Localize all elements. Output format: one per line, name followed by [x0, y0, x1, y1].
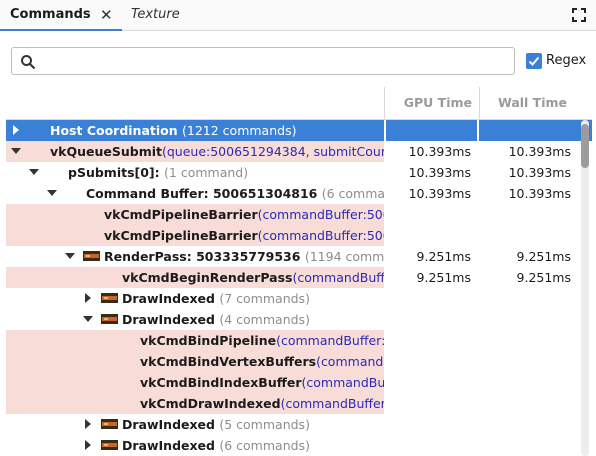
- draw-thumbnail-icon: [101, 314, 118, 324]
- regex-label: Regex: [546, 53, 587, 68]
- draw-thumbnail-icon: [101, 440, 118, 450]
- collapse-arrow-icon[interactable]: [29, 167, 39, 177]
- expand-arrow-icon[interactable]: [11, 125, 21, 135]
- collapse-arrow-icon[interactable]: [11, 146, 21, 156]
- tab-commands[interactable]: Commands ✕: [0, 0, 122, 31]
- tree-row-host-coordination[interactable]: Host Coordination (1212 commands): [6, 120, 592, 141]
- tree-row-vkcmdbindvertexbuffers[interactable]: vkCmdBindVertexBuffers(commandBuffer: [6, 351, 592, 372]
- wall-time: 10.393ms: [508, 165, 571, 180]
- scrollbar-thumb[interactable]: [581, 124, 589, 168]
- tree-row-vkcmdbeginrenderpass[interactable]: vkCmdBeginRenderPass(commandBuffer: 9.25…: [6, 267, 592, 288]
- collapse-arrow-icon[interactable]: [47, 188, 57, 198]
- wall-time-header[interactable]: Wall Time: [479, 87, 575, 119]
- tab-bar: Commands ✕ Texture: [0, 0, 596, 31]
- tab-commands-label: Commands: [10, 7, 91, 22]
- column-header: GPU Time Wall Time: [6, 87, 592, 120]
- expand-arrow-icon[interactable]: [83, 293, 93, 303]
- vertical-scrollbar[interactable]: [581, 120, 589, 456]
- collapse-arrow-icon[interactable]: [83, 314, 93, 324]
- gpu-time: 10.393ms: [408, 144, 471, 159]
- wall-time: 10.393ms: [508, 186, 571, 201]
- wall-time: 10.393ms: [508, 144, 571, 159]
- renderpass-thumbnail-icon: [83, 251, 100, 261]
- tree-row-drawindexed[interactable]: DrawIndexed (4 commands): [6, 309, 592, 330]
- wall-time: 9.251ms: [516, 270, 571, 285]
- search-icon: [21, 55, 36, 70]
- expand-arrow-icon[interactable]: [83, 419, 93, 429]
- wall-time: 9.251ms: [516, 249, 571, 264]
- tree-row-vkcmdbindpipeline[interactable]: vkCmdBindPipeline(commandBuffer:5: [6, 330, 592, 351]
- tree-row-drawindexed[interactable]: DrawIndexed (6 commands): [6, 435, 592, 456]
- tree-row-renderpass[interactable]: RenderPass: 503335779536 (1194 commands)…: [6, 246, 592, 267]
- tree-row-drawindexed[interactable]: DrawIndexed (5 commands): [6, 414, 592, 435]
- tree-row-vkcmdpipelinebarrier[interactable]: vkCmdPipelineBarrier(commandBuffer:500: [6, 225, 592, 246]
- draw-thumbnail-icon: [101, 293, 118, 303]
- tree-row-command-buffer[interactable]: Command Buffer: 500651304816 (6 commands…: [6, 183, 592, 204]
- checkbox-checked-icon: [526, 53, 542, 69]
- gpu-time-header[interactable]: GPU Time: [384, 87, 480, 119]
- tree-row-vkcmddrawindexed[interactable]: vkCmdDrawIndexed(commandBuffer:: [6, 393, 592, 414]
- maximize-icon[interactable]: [572, 8, 586, 22]
- tree-row-vkcmdbindindexbuffer[interactable]: vkCmdBindIndexBuffer(commandBuffer: [6, 372, 592, 393]
- draw-thumbnail-icon: [101, 419, 118, 429]
- gpu-time: 10.393ms: [408, 186, 471, 201]
- close-icon[interactable]: ✕: [100, 0, 113, 30]
- tab-texture[interactable]: Texture: [131, 0, 180, 30]
- gpu-time: 9.251ms: [416, 249, 471, 264]
- tree-row-vkqueuesubmit[interactable]: vkQueueSubmit(queue:500651294384, submit…: [6, 141, 592, 162]
- tree-row-drawindexed[interactable]: DrawIndexed (7 commands): [6, 288, 592, 309]
- command-tree: GPU Time Wall Time Host Coordination (12…: [6, 87, 592, 456]
- tree-row-psubmits[interactable]: pSubmits[0]: (1 command) 10.393ms 10.393…: [6, 162, 592, 183]
- gpu-time: 9.251ms: [416, 270, 471, 285]
- gpu-time: 10.393ms: [408, 165, 471, 180]
- collapse-arrow-icon[interactable]: [65, 251, 75, 261]
- search-input[interactable]: [42, 51, 511, 73]
- tree-row-vkcmdpipelinebarrier[interactable]: vkCmdPipelineBarrier(commandBuffer:500: [6, 204, 592, 225]
- search-box: [11, 47, 515, 75]
- expand-arrow-icon[interactable]: [83, 440, 93, 450]
